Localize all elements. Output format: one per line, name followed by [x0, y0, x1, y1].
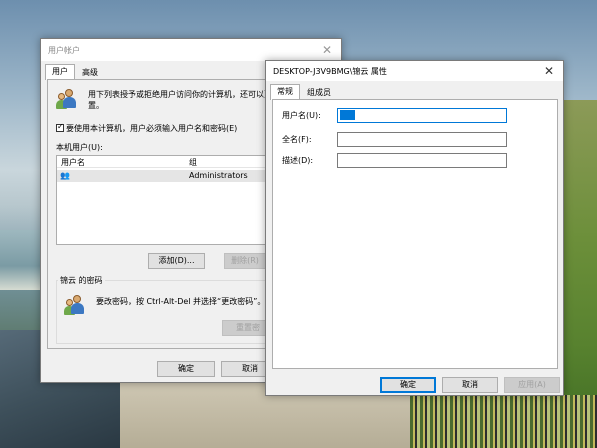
password-user-icon: [64, 294, 86, 316]
dialog-title: DESKTOP-J3V9BMG\锦云 属性: [273, 66, 387, 76]
tab-users[interactable]: 用户: [45, 64, 75, 80]
users-list[interactable]: 用户名 组 👥 Administrators: [56, 155, 282, 245]
user-accounts-titlebar[interactable]: 用户帐户 ✕: [41, 39, 341, 61]
tab-member-of[interactable]: 组成员: [300, 85, 338, 100]
password-instructions: 要改密码，按 Ctrl-Alt-Del 并选择“更改密码”。: [96, 297, 266, 306]
table-row[interactable]: 👥 Administrators: [57, 170, 281, 182]
description-text-cont: 置。: [88, 101, 104, 110]
ok-button[interactable]: 确定: [157, 361, 215, 377]
tab-general[interactable]: 常规: [270, 84, 300, 100]
description-field[interactable]: [337, 153, 507, 168]
user-properties-dialog: DESKTOP-J3V9BMG\锦云 属性 ✕ 常规 组成员 用户名(U): 全…: [265, 60, 564, 396]
column-group[interactable]: 组: [189, 157, 197, 168]
dialog-apply-button[interactable]: 应用(A): [504, 377, 560, 393]
add-user-button[interactable]: 添加(D)...: [148, 253, 205, 269]
password-group-title: 锦云 的密码: [58, 275, 105, 286]
username-label: 用户名(U):: [282, 111, 321, 120]
description-text: 用下列表授予或拒绝用户访问你的计算机，还可以更改: [88, 90, 280, 99]
username-field[interactable]: [337, 108, 507, 123]
users-icon: [56, 88, 78, 110]
description-label: 描述(D):: [282, 156, 314, 165]
username-selected-text: [340, 110, 355, 120]
dialog-cancel-button[interactable]: 取消: [442, 377, 498, 393]
users-list-header: 用户名 组: [57, 156, 281, 168]
checkbox-label: 要使用本计算机，用户必须输入用户名和密码(E): [66, 124, 238, 133]
close-icon[interactable]: ✕: [313, 39, 341, 61]
dialog-ok-button[interactable]: 确定: [380, 377, 436, 393]
user-accounts-tabs: 用户 高级: [41, 64, 105, 80]
row-group: Administrators: [189, 171, 248, 180]
wallpaper-foliage: [410, 395, 597, 448]
remove-user-button[interactable]: 删除(R): [224, 253, 266, 269]
require-password-checkbox[interactable]: 要使用本计算机，用户必须输入用户名和密码(E): [56, 122, 238, 134]
fullname-field[interactable]: [337, 132, 507, 147]
column-username[interactable]: 用户名: [61, 157, 85, 168]
properties-tabs: 常规 组成员: [266, 84, 338, 100]
user-row-icon: 👥: [60, 171, 70, 180]
local-users-label: 本机用户(U):: [56, 143, 103, 152]
general-tab-panel: 用户名(U): 全名(F): 描述(D):: [272, 99, 558, 369]
fullname-label: 全名(F):: [282, 135, 312, 144]
properties-titlebar[interactable]: DESKTOP-J3V9BMG\锦云 属性 ✕: [266, 61, 563, 81]
checkbox-checked-icon[interactable]: [56, 122, 64, 132]
close-icon[interactable]: ✕: [535, 60, 563, 82]
tab-advanced[interactable]: 高级: [75, 65, 105, 80]
window-title: 用户帐户: [48, 45, 80, 55]
